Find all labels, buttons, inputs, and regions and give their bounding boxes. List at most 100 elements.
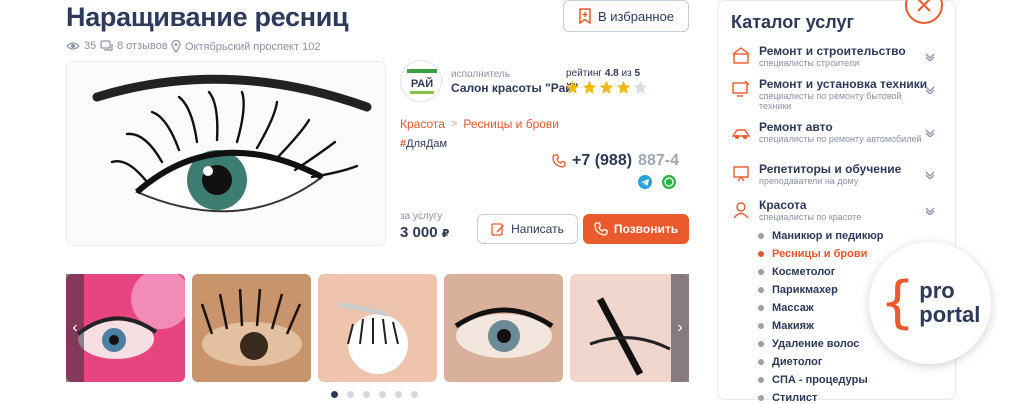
breadcrumb-lashes-brows[interactable]: Ресницы и брови: [463, 117, 559, 131]
gallery-prev-arrow-icon[interactable]: ‹: [66, 274, 84, 382]
write-message-button[interactable]: Написать: [477, 214, 578, 244]
catalog-item-name: Ремонт и строительство: [759, 44, 906, 58]
address: Октябрьский проспект 102: [171, 40, 320, 53]
catalog-subitem[interactable]: СПА - процедуры: [758, 374, 868, 386]
reviews-link[interactable]: 8 отзывов: [100, 40, 168, 52]
whatsapp-icon[interactable]: [662, 175, 676, 189]
views-counter: 35: [66, 40, 96, 52]
bullet-icon: [758, 251, 764, 257]
bullet-icon: [758, 395, 764, 401]
catalog-item-name: Ремонт авто: [759, 120, 833, 134]
logo-line1: pro: [919, 278, 955, 303]
catalog-subitem[interactable]: Ресницы и брови: [758, 248, 867, 260]
address-text: Октябрьский проспект 102: [185, 40, 321, 53]
catalog-item[interactable]: Красота специалисты по красоте: [731, 198, 929, 222]
logo-line2: portal: [919, 302, 981, 327]
catalog-item[interactable]: Ремонт и установка техники специалисты по…: [731, 77, 929, 111]
reviews-count: 8 отзывов: [117, 40, 168, 52]
gallery-dot[interactable]: [411, 391, 418, 398]
catalog-subitem-label: Стилист: [772, 392, 818, 404]
catalog-item-sub: специалисты по красоте: [759, 212, 862, 222]
appliance-repair-icon: [732, 80, 750, 97]
star-filled-icon: [582, 80, 597, 94]
add-to-favorites-button[interactable]: В избранное: [563, 0, 689, 32]
catalog-subitem-label: Парикмахер: [772, 284, 838, 296]
rating-of: из: [621, 68, 632, 79]
gallery-dot[interactable]: [347, 391, 354, 398]
edit-message-icon: [491, 223, 505, 236]
catalog-subitem[interactable]: Парикмахер: [758, 284, 838, 296]
phone-visible: +7 (988): [572, 152, 633, 169]
phone-icon: [594, 222, 608, 236]
bullet-icon: [758, 377, 764, 383]
chevron-down-icon[interactable]: [925, 128, 935, 138]
eye-icon: [66, 42, 80, 50]
catalog-subitem-label: Удаление волос: [772, 338, 860, 350]
tutor-icon: [733, 166, 749, 182]
catalog-item[interactable]: Ремонт авто специалисты по ремонту автомо…: [731, 120, 929, 144]
price: 3 000 ₽: [400, 224, 449, 241]
call-button[interactable]: Позвонить: [583, 214, 689, 244]
hashtag[interactable]: #ДляДам: [400, 138, 447, 150]
catalog-item-sub: специалисты по ремонту бытовой техники: [759, 91, 902, 111]
catalog-item[interactable]: Ремонт и строительство специалисты строит…: [731, 44, 929, 68]
catalog-item-name: Ремонт и установка техники: [759, 77, 928, 91]
telegram-icon[interactable]: [638, 175, 652, 189]
page-title: Наращивание ресниц: [66, 2, 349, 32]
performer-avatar[interactable]: РАЙ: [400, 60, 442, 102]
gallery-dot[interactable]: [331, 391, 338, 398]
catalog-subitem-label: Ресницы и брови: [772, 248, 868, 260]
catalog-item-sub: специалисты по ремонту автомобилей: [759, 134, 922, 144]
bullet-icon: [758, 323, 764, 329]
catalog-subitem-label: СПА - процедуры: [772, 374, 868, 386]
catalog-subitem[interactable]: Удаление волос: [758, 338, 859, 350]
catalog-subitem[interactable]: Косметолог: [758, 266, 835, 278]
catalog-item-name: Красота: [759, 198, 807, 212]
star-filled-icon: [616, 80, 631, 94]
performer-logo-text: РАЙ: [411, 77, 433, 90]
rating-stars: [565, 80, 648, 95]
beauty-icon: [733, 202, 749, 219]
gallery-thumbnail[interactable]: [192, 274, 311, 382]
main-photo[interactable]: [66, 61, 386, 246]
bullet-icon: [758, 287, 764, 293]
price-label: за услугу: [400, 211, 443, 222]
rating-prefix: рейтинг: [566, 68, 603, 79]
phone-hidden-part: 887-4: [638, 152, 679, 169]
rating-label: рейтинг 4.8 из 5: [566, 68, 640, 79]
bullet-icon: [758, 269, 764, 275]
chevron-down-icon[interactable]: [925, 85, 935, 95]
gallery-dot[interactable]: [379, 391, 386, 398]
gallery-thumbnail[interactable]: [318, 274, 437, 382]
catalog-subitem[interactable]: Маникюр и педикюр: [758, 230, 883, 242]
breadcrumb-beauty[interactable]: Красота: [400, 117, 445, 131]
gallery-dot[interactable]: [395, 391, 402, 398]
catalog-subitem[interactable]: Массаж: [758, 302, 814, 314]
chevron-down-icon[interactable]: [925, 170, 935, 180]
gallery-next-arrow-icon[interactable]: ›: [671, 274, 689, 382]
chevron-down-icon[interactable]: [925, 206, 935, 216]
breadcrumb-separator-icon: >: [450, 118, 458, 130]
star-filled-icon: [565, 80, 580, 94]
catalog-title: Каталог услуг: [731, 12, 855, 32]
catalog-subitem[interactable]: Макияж: [758, 320, 814, 332]
performer-label: исполнитель: [451, 69, 511, 80]
call-label: Позвонить: [613, 222, 679, 236]
rating-value: 4.8: [604, 68, 619, 79]
price-currency: ₽: [441, 228, 450, 240]
catalog-item-name: Репетиторы и обучение: [759, 162, 902, 176]
chevron-down-icon[interactable]: [925, 52, 935, 62]
phone-number[interactable]: +7 (988) 887-4: [552, 152, 679, 170]
catalog-subitem[interactable]: Стилист: [758, 392, 817, 404]
hashtag-text: ДляДам: [406, 138, 448, 150]
reviews-icon: [100, 40, 113, 51]
catalog-item[interactable]: Репетиторы и обучение преподаватели на до…: [731, 162, 929, 186]
catalog-item-sub: специалисты строители: [759, 58, 860, 68]
catalog-subitem[interactable]: Диетолог: [758, 356, 822, 368]
performer-name[interactable]: Салон красоты "Рай": [451, 81, 578, 95]
rating-max: 5: [634, 68, 641, 79]
bullet-icon: [758, 233, 764, 239]
gallery-thumbnail[interactable]: [444, 274, 563, 382]
gallery-dot[interactable]: [363, 391, 370, 398]
price-value: 3 000: [400, 224, 438, 241]
